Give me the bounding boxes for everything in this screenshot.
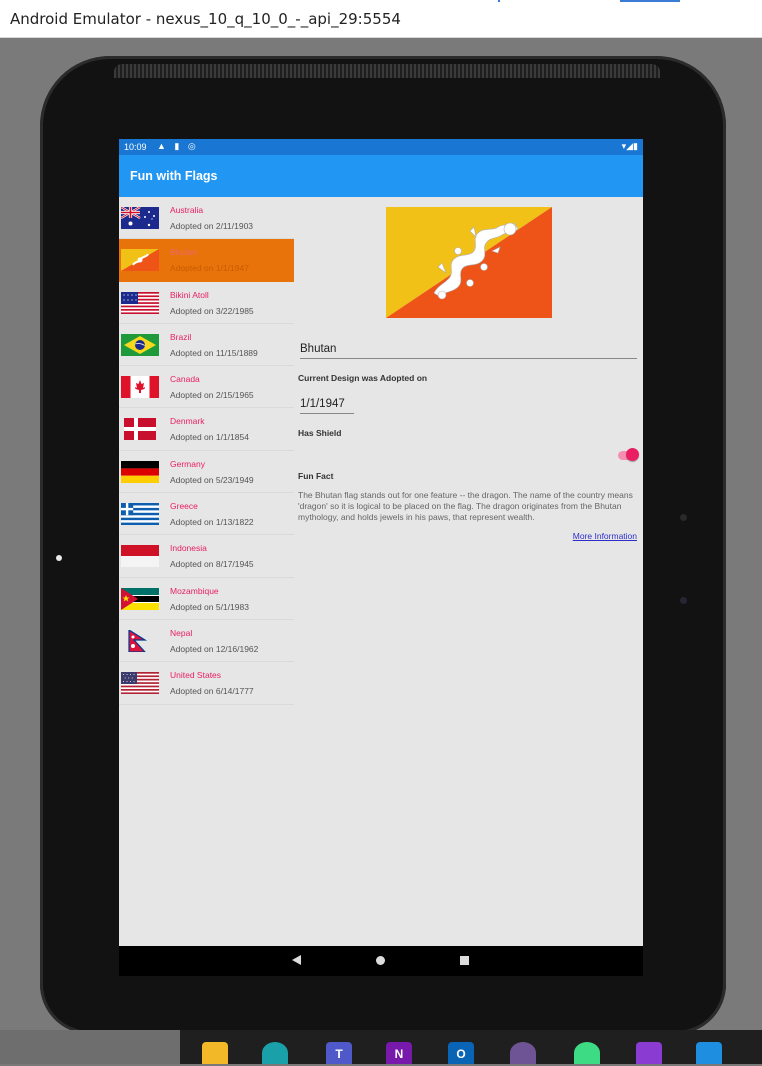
adopted-date: Adopted on 1/13/1822 bbox=[170, 517, 254, 528]
country-name: Greece bbox=[170, 501, 198, 512]
list-item-selected[interactable]: Bhutan Adopted on 1/1/1947 bbox=[119, 239, 294, 282]
fun-fact-text: The Bhutan flag stands out for one featu… bbox=[298, 490, 633, 522]
country-name: Indonesia bbox=[170, 543, 207, 554]
taskbar-app-area: T N O bbox=[180, 1030, 762, 1064]
vscode-icon[interactable] bbox=[696, 1042, 722, 1064]
list-item[interactable]: Greece Adopted on 1/13/1822 bbox=[119, 493, 294, 536]
visual-studio-icon[interactable] bbox=[636, 1042, 662, 1064]
device-screen: 10:09 ▲ ▮ ◎ ▾◢▮ Fun with Flags Australia… bbox=[119, 139, 643, 976]
android-studio-icon[interactable] bbox=[574, 1042, 600, 1064]
list-item[interactable]: Denmark Adopted on 1/1/1854 bbox=[119, 408, 294, 451]
github-icon[interactable] bbox=[510, 1042, 536, 1064]
adopted-date: Adopted on 3/22/1985 bbox=[170, 305, 254, 316]
united-states-flag-icon bbox=[121, 672, 159, 695]
teams-icon[interactable]: T bbox=[326, 1042, 352, 1064]
adopted-date: Adopted on 2/11/1903 bbox=[170, 221, 254, 231]
file-explorer-icon[interactable] bbox=[202, 1042, 228, 1064]
mozambique-flag-icon bbox=[121, 587, 159, 610]
country-name: Nepal bbox=[170, 627, 193, 638]
country-name: Germany bbox=[170, 458, 205, 469]
adopted-date: Adopted on 1/1/1854 bbox=[170, 432, 249, 443]
adopted-date-picker[interactable] bbox=[300, 395, 354, 414]
list-item[interactable]: Australia Adopted on 2/11/1903 bbox=[119, 197, 294, 240]
country-name: Canada bbox=[170, 374, 200, 385]
outlook-icon[interactable]: O bbox=[448, 1042, 474, 1064]
country-name: United States bbox=[170, 670, 222, 681]
list-item[interactable]: Canada Adopted on 2/15/1965 bbox=[119, 366, 294, 409]
back-icon[interactable] bbox=[292, 955, 301, 965]
windows-taskbar: T N O bbox=[0, 1030, 762, 1064]
bhutan-flag-icon bbox=[121, 249, 159, 272]
country-name-field[interactable] bbox=[300, 340, 637, 359]
home-icon[interactable] bbox=[376, 956, 385, 965]
adopted-date: Adopted on 12/16/1962 bbox=[170, 643, 259, 654]
notification-icons: ▲ ▮ ◎ bbox=[157, 141, 199, 151]
country-name: Bhutan bbox=[170, 247, 197, 258]
speaker-grille bbox=[114, 64, 660, 78]
brazil-flag-icon bbox=[121, 333, 159, 356]
flag-list: Australia Adopted on 2/11/1903 Bhutan Ad… bbox=[119, 197, 294, 705]
recents-icon[interactable] bbox=[460, 956, 469, 965]
country-name: Bikini Atoll bbox=[170, 289, 209, 300]
list-item[interactable]: Indonesia Adopted on 8/17/1945 bbox=[119, 535, 294, 578]
fun-fact-label: Fun Fact bbox=[298, 471, 334, 481]
bhutan-flag-image bbox=[386, 207, 552, 318]
adopted-date: Adopted on 5/1/1983 bbox=[170, 601, 249, 612]
switch-thumb bbox=[626, 448, 639, 461]
country-name: Australia bbox=[170, 205, 204, 215]
list-item[interactable]: Brazil Adopted on 11/15/1889 bbox=[119, 324, 294, 367]
more-information-link[interactable]: More Information bbox=[573, 531, 637, 541]
adopted-date: Adopted on 2/15/1965 bbox=[170, 390, 254, 401]
status-time: 10:09 bbox=[124, 142, 147, 152]
indonesia-flag-icon bbox=[121, 545, 159, 568]
has-shield-switch[interactable] bbox=[618, 448, 639, 462]
country-name: Denmark bbox=[170, 416, 205, 427]
device-button bbox=[680, 514, 687, 521]
titlebar-accent bbox=[620, 0, 680, 2]
greece-flag-icon bbox=[121, 503, 159, 526]
adopted-date: Adopted on 11/15/1889 bbox=[170, 347, 258, 358]
app-title: Fun with Flags bbox=[130, 169, 218, 183]
adopted-date: Adopted on 8/17/1945 bbox=[170, 559, 254, 570]
edge-icon[interactable] bbox=[262, 1042, 288, 1064]
list-item[interactable]: Germany Adopted on 5/23/1949 bbox=[119, 451, 294, 494]
titlebar-accent-dot bbox=[498, 0, 500, 2]
canada-flag-icon bbox=[121, 376, 159, 399]
nepal-flag-icon bbox=[128, 629, 148, 652]
signal-battery-icon: ▾◢▮ bbox=[621, 141, 638, 151]
device-button bbox=[680, 597, 687, 604]
front-sensor bbox=[56, 555, 62, 561]
bikini-atoll-flag-icon bbox=[121, 291, 159, 314]
onenote-icon[interactable]: N bbox=[386, 1042, 412, 1064]
list-item[interactable]: Nepal Adopted on 12/16/1962 bbox=[119, 620, 294, 663]
list-item[interactable]: United States Adopted on 6/14/1777 bbox=[119, 662, 294, 705]
list-item[interactable]: Bikini Atoll Adopted on 3/22/1985 bbox=[119, 282, 294, 324]
adopted-date: Adopted on 6/14/1777 bbox=[170, 686, 254, 697]
window-title: Android Emulator - nexus_10_q_10_0_-_api… bbox=[10, 10, 401, 28]
denmark-flag-icon bbox=[124, 418, 156, 441]
germany-flag-icon bbox=[121, 460, 159, 483]
adopted-date: Adopted on 5/23/1949 bbox=[170, 474, 254, 485]
android-nav-bar bbox=[119, 946, 643, 976]
list-item[interactable]: Mozambique Adopted on 5/1/1983 bbox=[119, 578, 294, 620]
country-name: Brazil bbox=[170, 331, 192, 342]
adopted-date: Adopted on 1/1/1947 bbox=[170, 263, 249, 274]
country-name: Mozambique bbox=[170, 585, 219, 596]
app-bar: Fun with Flags bbox=[119, 155, 643, 197]
window-titlebar[interactable]: Android Emulator - nexus_10_q_10_0_-_api… bbox=[0, 0, 762, 38]
adopted-label: Current Design was Adopted on bbox=[298, 373, 428, 383]
status-bar: 10:09 ▲ ▮ ◎ ▾◢▮ bbox=[119, 139, 643, 155]
has-shield-label: Has Shield bbox=[298, 428, 342, 438]
australia-flag-icon bbox=[121, 207, 159, 229]
